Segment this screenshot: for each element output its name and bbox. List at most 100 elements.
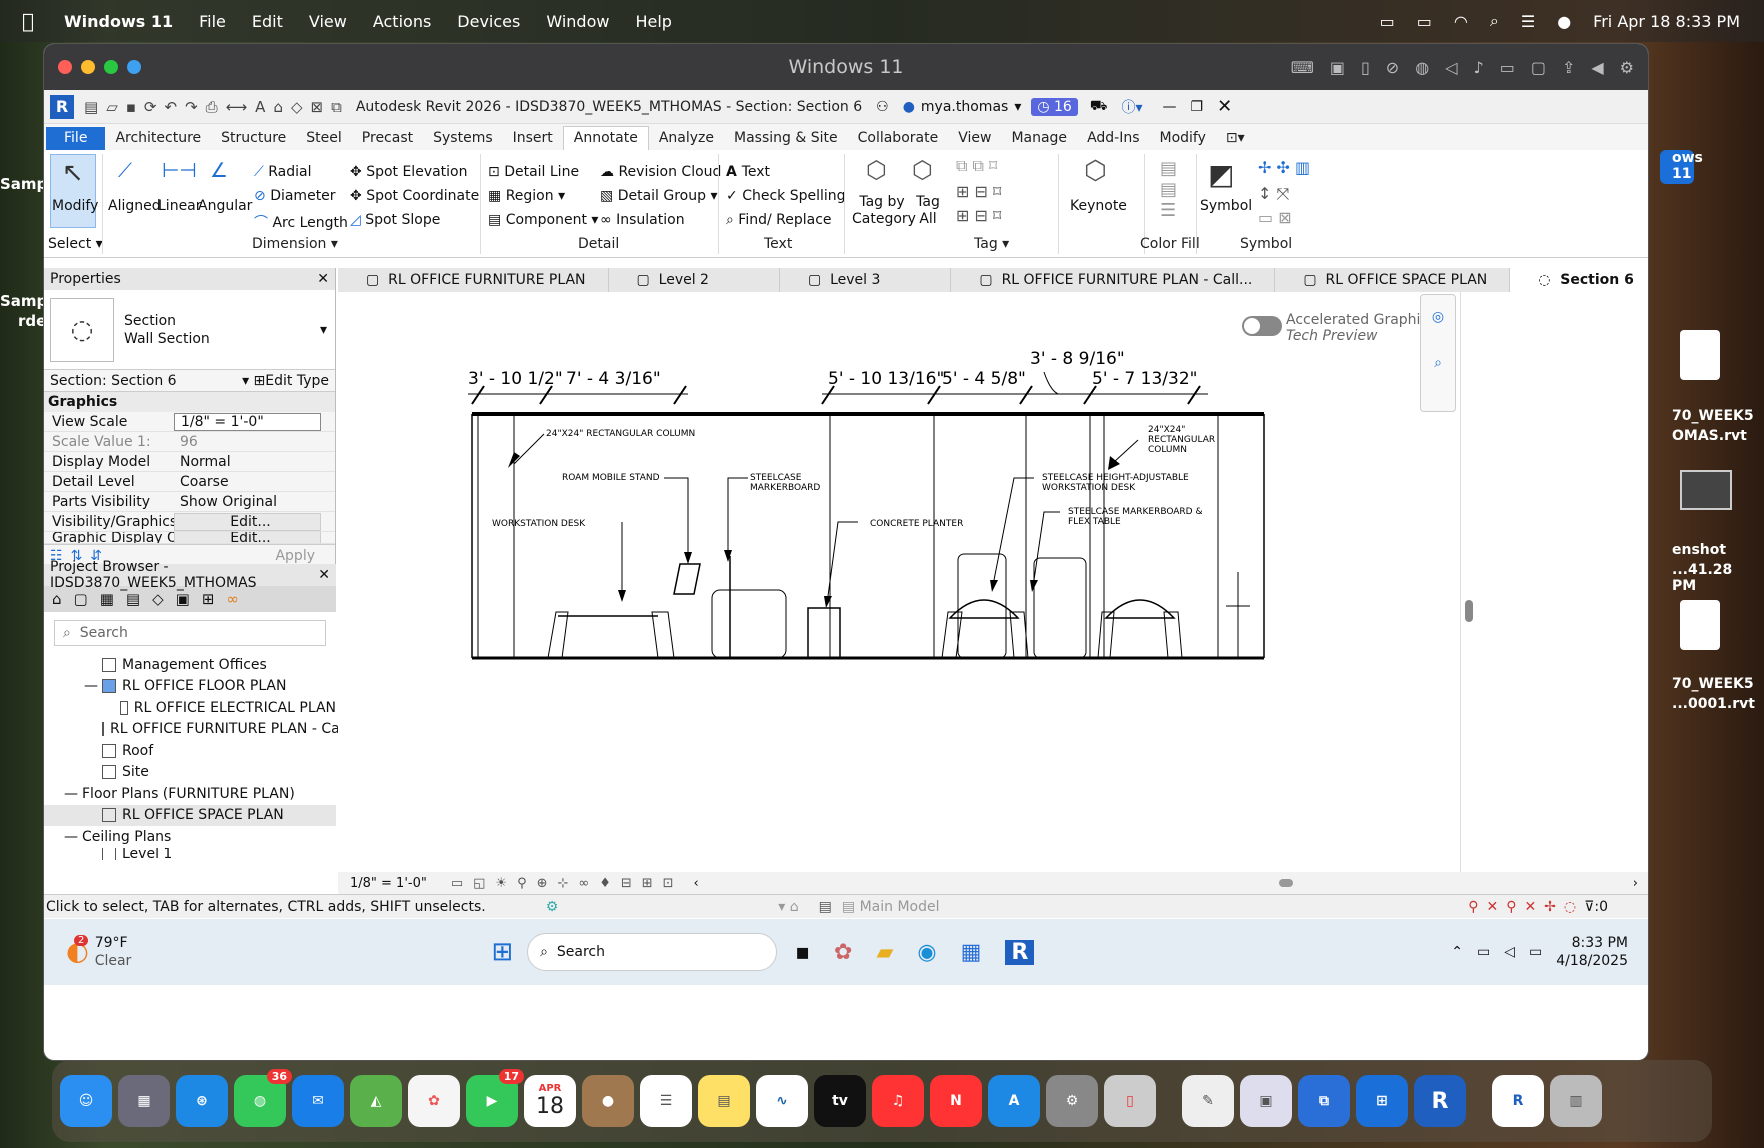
annotation-label[interactable]: STEELCASE — [750, 473, 802, 483]
maps-icon[interactable]: ◭ — [350, 1075, 402, 1127]
selection-filter-icons[interactable]: ⚲✕⚲✕✢◌ — [1468, 899, 1584, 915]
revit-taskbar-icon[interactable]: R — [1005, 939, 1035, 965]
symbol-tools-icon[interactable]: ▭ ⊠ — [1258, 208, 1292, 227]
scroll-right-icon[interactable]: › — [1633, 876, 1638, 891]
trash-icon[interactable]: ▥ — [1550, 1075, 1602, 1127]
undo-icon[interactable]: ↶ — [164, 98, 177, 116]
close-hidden-icon[interactable]: ⊠ — [311, 98, 324, 116]
tag-all-button[interactable]: Tag All — [912, 194, 944, 228]
help-icon[interactable]: ⓘ▾ — [1121, 97, 1142, 117]
family-icon[interactable]: ◇ — [152, 590, 164, 608]
music-icon[interactable]: ♫ — [872, 1075, 924, 1127]
tab-modify[interactable]: Modify — [1150, 130, 1216, 150]
binoculars-icon[interactable]: ⚇ — [876, 99, 889, 115]
dimension-text[interactable]: 3' - 10 1/2" — [468, 369, 563, 389]
store-icon[interactable]: ▦ — [961, 940, 982, 965]
sync-icon[interactable]: ⟳ — [144, 98, 157, 116]
insulation-button[interactable]: ∞ Insulation — [600, 212, 685, 228]
spot-slope-button[interactable]: ◿ Spot Slope — [350, 212, 440, 228]
tag-tools-icon[interactable]: ⊞ ⊟ ⌑ — [956, 182, 1001, 201]
launchpad-icon[interactable]: ▦ — [118, 1075, 170, 1127]
menu-view[interactable]: View — [309, 12, 347, 31]
text-button[interactable]: A Text — [726, 164, 770, 180]
workset-icon[interactable]: ⚙ — [546, 899, 559, 915]
screen-icon[interactable]: ▭ — [1380, 12, 1395, 31]
component-button[interactable]: ▤ Component ▾ — [488, 212, 598, 228]
minimize-window-button[interactable] — [81, 60, 95, 74]
apple-icon[interactable]:  — [22, 9, 44, 33]
annotation-label[interactable]: 24"X24" RECTANGULAR COLUMN — [546, 429, 695, 439]
tree-item[interactable]: RL OFFICE FURNITURE PLAN - Cal — [44, 719, 344, 741]
spot-coordinate-button[interactable]: ✥ Spot Coordinate — [350, 188, 479, 204]
taskbar-search[interactable]: ⌕ Search — [527, 933, 778, 971]
view-scale-control[interactable]: 1/8" = 1'-0" — [350, 876, 427, 891]
drawing-canvas[interactable]: Accelerated Graphics Tech Preview ◎ ⌕ 3'… — [338, 292, 1628, 872]
tag-tools-icon[interactable]: ⊞ ⊟ ⌑ — [956, 206, 1001, 225]
annotation-label[interactable]: RECTANGULAR — [1148, 435, 1215, 445]
safari-icon[interactable]: ⊛ — [176, 1075, 228, 1127]
spotlight-search-icon[interactable]: ⌕ — [1490, 11, 1499, 31]
dimension-text[interactable]: 7' - 4 3/16" — [566, 369, 661, 389]
settings-gear-icon[interactable]: ⚙ — [1620, 58, 1634, 77]
screenshot-file-icon[interactable] — [1680, 470, 1732, 510]
dimension-text[interactable]: 3' - 8 9/16" — [1030, 349, 1125, 369]
ribbon-options-icon[interactable]: ⊡▾ — [1216, 130, 1255, 150]
open-icon[interactable]: ▱ — [106, 98, 118, 116]
measure-icon[interactable]: ⟷ — [226, 98, 248, 116]
collapse-icon[interactable]: — — [84, 678, 102, 694]
usb-icon[interactable]: ▯ — [1361, 58, 1370, 77]
view-tab[interactable]: ▢ RL OFFICE SPACE PLAN — [1275, 268, 1511, 292]
collapse-icon[interactable]: — — [64, 786, 82, 802]
symbol-tools-icon[interactable]: ✢ ✣ ▥ — [1258, 158, 1310, 177]
browser-search-input[interactable]: ⌕ Search — [54, 620, 326, 646]
zoom-window-button[interactable] — [104, 60, 118, 74]
network-icon[interactable]: ▭ — [1477, 944, 1490, 960]
view-tab[interactable]: ▢ Level 2 — [609, 268, 780, 292]
dimension-text[interactable]: 5' - 10 13/16" — [828, 369, 944, 389]
tree-item-selected[interactable]: RL OFFICE SPACE PLAN — [44, 804, 336, 826]
select-dropdown[interactable]: Select ▾ — [48, 236, 103, 252]
copilot-icon[interactable]: ✿ — [834, 940, 852, 965]
keyboard-icon[interactable]: ⌨ — [1291, 58, 1314, 77]
rvt-document-icon[interactable]: R — [1492, 1075, 1544, 1127]
view-tab[interactable]: ▢ RL OFFICE FURNITURE PLAN — [338, 268, 609, 292]
annotation-label[interactable]: STEELCASE MARKERBOARD & — [1068, 507, 1202, 517]
view-tab-active[interactable]: ◌ Section 6✕ — [1510, 268, 1648, 292]
collapse-icon[interactable]: — — [64, 829, 82, 845]
messages-icon[interactable]: ◍ 36 — [234, 1069, 292, 1127]
tab-steel[interactable]: Steel — [296, 130, 352, 150]
check-spelling-button[interactable]: ✓ Check Spelling — [726, 188, 846, 204]
close-icon[interactable]: ✕ — [318, 567, 330, 583]
preview-icon[interactable]: ▣ — [1240, 1075, 1292, 1127]
windows-app-icon[interactable]: ⊞ — [1356, 1075, 1408, 1127]
notification-badge[interactable]: ◷ 16 — [1031, 97, 1078, 116]
tab-massing-site[interactable]: Massing & Site — [724, 130, 848, 150]
tree-item[interactable]: — Floor Plans (FURNITURE PLAN) — [44, 783, 336, 805]
group-icon[interactable]: ▣ — [176, 590, 190, 608]
design-option-icon[interactable]: ▾ ⌂ — [778, 899, 798, 915]
radial-button[interactable]: ⟋ Radial — [254, 164, 312, 180]
volume-icon[interactable]: ◁ — [1504, 944, 1515, 960]
main-model[interactable]: ▤ Main Model — [842, 899, 940, 915]
tab-manage[interactable]: Manage — [1001, 130, 1077, 150]
property-value[interactable]: Coarse — [174, 474, 335, 490]
tab-collaborate[interactable]: Collaborate — [848, 130, 949, 150]
apple-tv-icon[interactable]: tv — [814, 1075, 866, 1127]
menu-devices[interactable]: Devices — [457, 12, 520, 31]
graphics-group[interactable]: Graphics — [44, 392, 335, 412]
annotation-label[interactable]: STEELCASE HEIGHT-ADJUSTABLE — [1042, 473, 1189, 483]
view-scale-field[interactable]: 1/8" = 1'-0" — [174, 412, 321, 431]
annotation-label[interactable]: WORKSTATION DESK — [1042, 483, 1136, 493]
photos-icon[interactable]: ✿ — [408, 1075, 460, 1127]
revision-cloud-button[interactable]: ☁ Revision Cloud — [600, 164, 721, 180]
contacts-icon[interactable]: ● — [582, 1075, 634, 1127]
print-icon[interactable]: ⎙ — [206, 98, 218, 116]
tag-by-category-button[interactable]: Tag by Category — [852, 194, 916, 228]
close-window-button[interactable] — [58, 60, 72, 74]
detail-line-button[interactable]: ⊡ Detail Line — [488, 164, 579, 180]
camera-icon[interactable]: ▢ — [1531, 58, 1546, 77]
menu-help[interactable]: Help — [635, 12, 671, 31]
speaker-icon[interactable]: ◁ — [1445, 58, 1457, 77]
aligned-button[interactable]: Aligned — [108, 198, 161, 214]
news-icon[interactable]: N — [930, 1075, 982, 1127]
